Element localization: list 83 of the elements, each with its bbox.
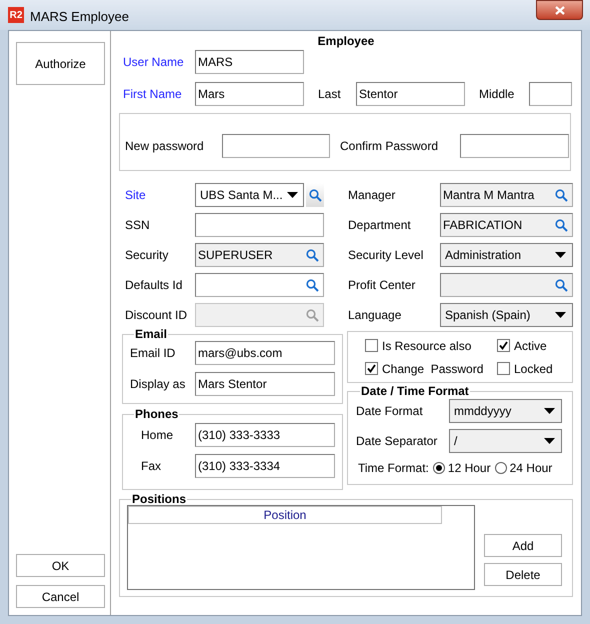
- checkbox[interactable]: [365, 362, 378, 375]
- column-header[interactable]: Position: [128, 506, 442, 524]
- field-label: Department: [348, 217, 412, 234]
- input-field[interactable]: MARS: [195, 50, 304, 74]
- field-label: User Name: [123, 54, 185, 71]
- field-label: First Name: [123, 86, 183, 103]
- caret-icon: [544, 438, 555, 444]
- field-label: Fax: [141, 458, 162, 475]
- input-field[interactable]: (310) 333-3333: [195, 423, 335, 447]
- field-label: Middle: [479, 86, 516, 103]
- field-label: Confirm Password: [340, 138, 440, 155]
- checkbox[interactable]: [497, 339, 510, 352]
- lookup-field[interactable]: Mantra M Mantra: [440, 183, 573, 207]
- field-label: New password: [125, 138, 205, 155]
- dropdown[interactable]: UBS Santa M...: [195, 183, 304, 207]
- field-label: Defaults Id: [125, 277, 184, 294]
- field-label: Date Format: [356, 403, 424, 420]
- input-field[interactable]: [460, 134, 569, 158]
- close-icon: [554, 6, 564, 14]
- field-label: Manager: [348, 187, 396, 204]
- lookup-field[interactable]: [195, 273, 324, 297]
- field-label: SSN: [125, 217, 151, 234]
- search-icon[interactable]: [555, 278, 568, 292]
- lookup-field[interactable]: [440, 273, 573, 297]
- search-icon[interactable]: [555, 188, 568, 202]
- app-logo: R2: [8, 7, 24, 23]
- input-field[interactable]: [529, 82, 572, 106]
- dialog-button[interactable]: Cancel: [16, 585, 105, 608]
- input-field[interactable]: mars@ubs.com: [195, 341, 335, 365]
- dropdown[interactable]: /: [449, 429, 562, 453]
- caret-icon: [555, 312, 566, 318]
- field-label: Email ID: [130, 345, 176, 362]
- input-field[interactable]: (310) 333-3334: [195, 454, 335, 478]
- radio-button[interactable]: [494, 462, 507, 474]
- checkbox-label: Active: [514, 338, 547, 354]
- dropdown[interactable]: mmddyyyy: [449, 399, 562, 423]
- search-icon[interactable]: [306, 248, 319, 262]
- field-label: Display as: [130, 376, 186, 393]
- search-icon[interactable]: [308, 188, 322, 202]
- checkbox-label: Locked: [514, 360, 553, 378]
- field-label: Time Format:: [358, 460, 429, 477]
- field-label: Profit Center: [348, 277, 416, 294]
- lookup-field[interactable]: FABRICATION: [440, 213, 573, 237]
- dropdown[interactable]: Spanish (Spain): [440, 303, 573, 327]
- dialog-button[interactable]: Authorize: [16, 42, 105, 85]
- lookup-field[interactable]: SUPERUSER: [195, 243, 324, 267]
- search-icon[interactable]: [306, 278, 319, 292]
- radio-label: 24 Hour: [510, 460, 552, 477]
- field-label: Last: [318, 86, 342, 103]
- caret-icon: [544, 408, 555, 414]
- field-label: Security Level: [348, 247, 424, 264]
- input-field[interactable]: Mars: [195, 82, 304, 106]
- search-button[interactable]: [306, 183, 324, 207]
- field-label: Security: [125, 247, 170, 264]
- field-label: Language: [348, 307, 402, 324]
- radio-label: 12 Hour: [448, 460, 491, 477]
- close-button[interactable]: [536, 0, 583, 20]
- field-label: Home: [141, 427, 174, 444]
- input-field[interactable]: Mars Stentor: [195, 372, 335, 396]
- checkbox[interactable]: [497, 362, 510, 375]
- input-field[interactable]: [195, 213, 324, 237]
- form-heading: Employee: [318, 33, 374, 50]
- checkbox-label: Is Resource also: [382, 338, 472, 354]
- search-icon[interactable]: [555, 218, 568, 232]
- group-title: Phones: [134, 408, 180, 420]
- dialog-button[interactable]: Add: [484, 534, 562, 557]
- group-title: Positions: [131, 493, 188, 505]
- group-title: Email: [134, 328, 168, 340]
- field-label: Site: [125, 187, 147, 204]
- group-title: Date / Time Format: [360, 385, 470, 397]
- dropdown[interactable]: Administration: [440, 243, 573, 267]
- caret-icon: [555, 252, 566, 258]
- window-title: MARS Employee: [30, 8, 129, 26]
- dialog-button[interactable]: Delete: [484, 563, 562, 586]
- caret-icon: [286, 192, 298, 198]
- dialog-button[interactable]: OK: [16, 554, 105, 577]
- field-label: Discount ID: [125, 307, 188, 324]
- input-field[interactable]: [222, 134, 330, 158]
- field-label: Date Separator: [356, 433, 438, 450]
- checkbox-label: Change Password: [382, 360, 484, 378]
- radio-button[interactable]: [432, 462, 445, 474]
- input-field[interactable]: Stentor: [356, 82, 465, 106]
- checkbox[interactable]: [365, 339, 378, 352]
